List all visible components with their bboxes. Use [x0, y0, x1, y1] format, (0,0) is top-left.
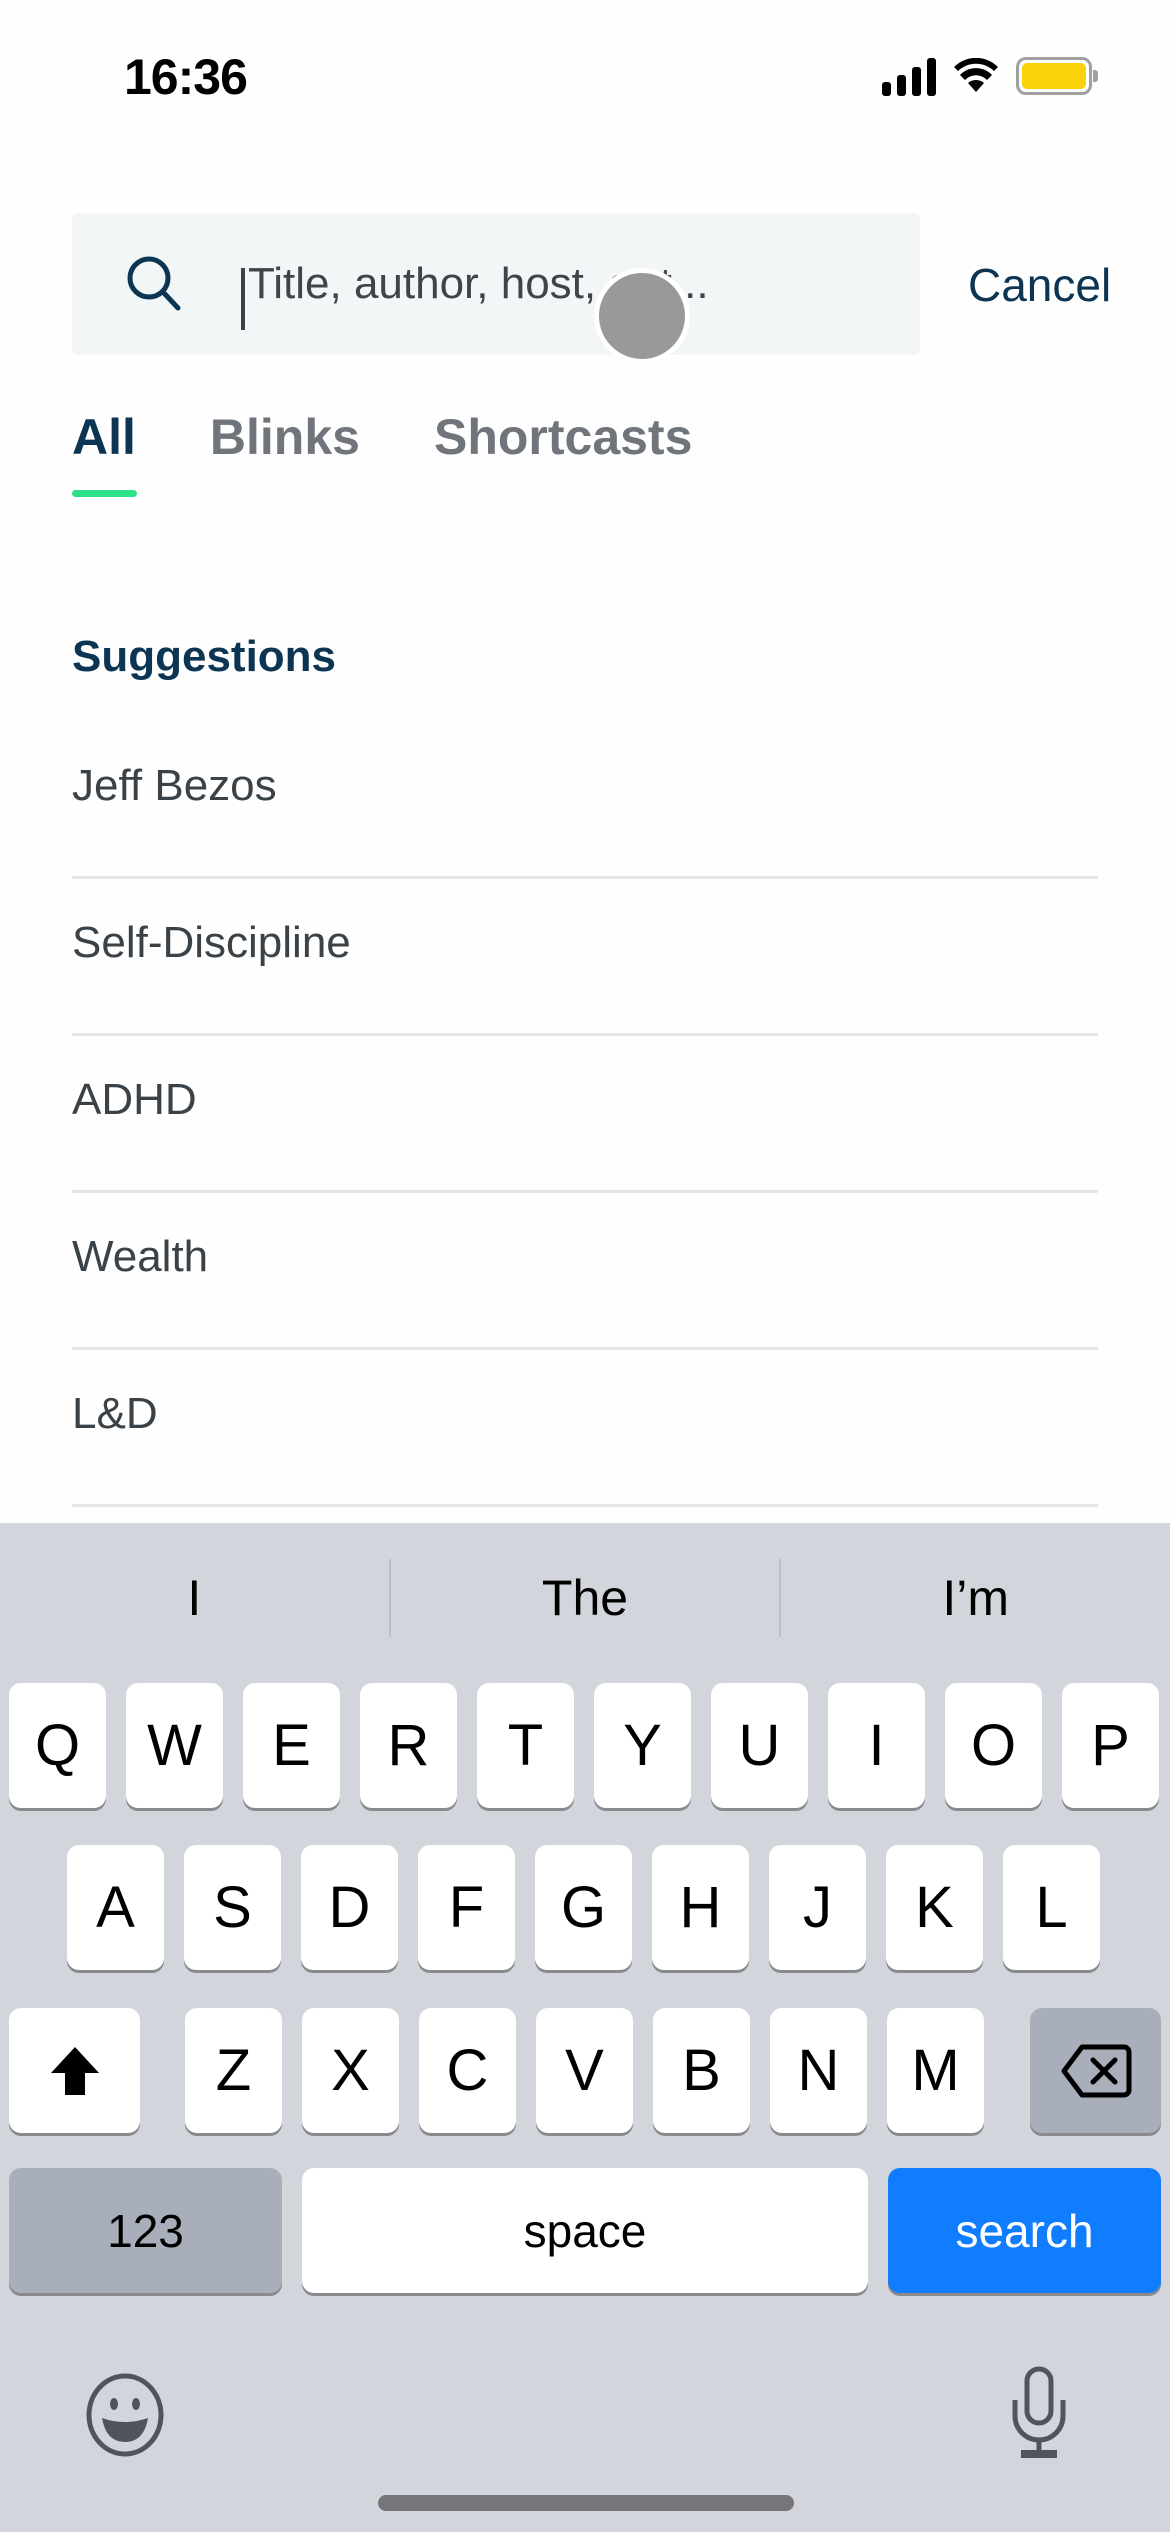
key-i[interactable]: I [828, 1683, 925, 1808]
battery-icon [1016, 57, 1098, 95]
text-cursor [241, 268, 245, 330]
key-p[interactable]: P [1062, 1683, 1159, 1808]
key-k[interactable]: K [886, 1845, 983, 1970]
suggestions-heading: Suggestions [72, 632, 337, 681]
microphone-icon[interactable] [1011, 2366, 1067, 2460]
key-x[interactable]: X [302, 2008, 399, 2133]
key-g[interactable]: G [535, 1845, 632, 1970]
key-c[interactable]: C [419, 2008, 516, 2133]
key-o[interactable]: O [945, 1683, 1042, 1808]
key-a[interactable]: A [67, 1845, 164, 1970]
suggestion-item[interactable]: Wealth [72, 1193, 1098, 1350]
key-q[interactable]: Q [9, 1683, 106, 1808]
search-tabs: All Blinks Shortcasts [72, 408, 692, 466]
prediction-1[interactable]: I [0, 1523, 389, 1673]
key-w[interactable]: W [126, 1683, 223, 1808]
key-y[interactable]: Y [594, 1683, 691, 1808]
suggestion-list: Jeff Bezos Self-Discipline ADHD Wealth L… [72, 722, 1098, 1507]
status-icons [882, 56, 1098, 96]
emoji-icon[interactable] [84, 2372, 166, 2458]
prediction-2[interactable]: The [391, 1523, 780, 1673]
backspace-icon [1061, 2044, 1131, 2097]
search-box[interactable] [72, 213, 920, 355]
key-s[interactable]: S [184, 1845, 281, 1970]
key-d[interactable]: D [301, 1845, 398, 1970]
active-tab-indicator [72, 490, 137, 497]
wifi-icon [954, 58, 998, 92]
shift-key[interactable] [9, 2008, 140, 2133]
space-key[interactable]: space [302, 2168, 868, 2293]
home-indicator[interactable] [378, 2495, 794, 2511]
key-e[interactable]: E [243, 1683, 340, 1808]
key-h[interactable]: H [652, 1845, 749, 1970]
cellular-signal-icon [882, 56, 936, 96]
key-v[interactable]: V [536, 2008, 633, 2133]
suggestion-item[interactable]: Jeff Bezos [72, 722, 1098, 879]
cancel-button[interactable]: Cancel [968, 258, 1111, 312]
key-u[interactable]: U [711, 1683, 808, 1808]
suggestion-item[interactable]: Self-Discipline [72, 879, 1098, 1036]
numbers-key[interactable]: 123 [9, 2168, 282, 2293]
key-n[interactable]: N [770, 2008, 867, 2133]
status-time: 16:36 [124, 49, 248, 105]
key-l[interactable]: L [1003, 1845, 1100, 1970]
suggestion-item[interactable]: L&D [72, 1350, 1098, 1507]
search-icon [127, 256, 181, 311]
tab-all[interactable]: All [72, 408, 136, 466]
key-m[interactable]: M [887, 2008, 984, 2133]
key-j[interactable]: J [769, 1845, 866, 1970]
key-b[interactable]: B [653, 2008, 750, 2133]
predictive-text-bar: I The I’m [0, 1523, 1170, 1673]
key-z[interactable]: Z [185, 2008, 282, 2133]
suggestion-item[interactable]: ADHD [72, 1036, 1098, 1193]
key-f[interactable]: F [418, 1845, 515, 1970]
tab-shortcasts[interactable]: Shortcasts [434, 408, 692, 466]
touch-indicator [594, 268, 690, 364]
prediction-3[interactable]: I’m [781, 1523, 1170, 1673]
key-r[interactable]: R [360, 1683, 457, 1808]
tab-blinks[interactable]: Blinks [210, 408, 360, 466]
search-key[interactable]: search [888, 2168, 1161, 2293]
delete-key[interactable] [1030, 2008, 1161, 2133]
shift-arrow-icon [50, 2046, 99, 2095]
key-t[interactable]: T [477, 1683, 574, 1808]
search-input[interactable] [248, 243, 868, 325]
keyboard: I The I’m QWERTYUIOP ASDFGHJKL ZXCVBNM 1… [0, 1523, 1170, 2532]
